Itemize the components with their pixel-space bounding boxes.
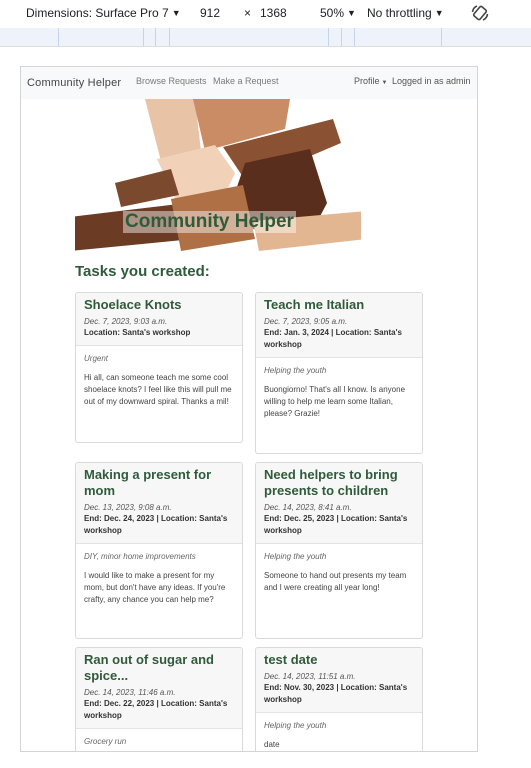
card-body: Grocery run — [76, 729, 242, 751]
card-body: Helping the youth date — [256, 713, 422, 751]
hero-title: Community Helper — [123, 211, 296, 233]
card-description: date — [264, 740, 280, 749]
device-select[interactable]: Dimensions: Surface Pro 7 ▼ — [26, 6, 181, 20]
height-input[interactable]: 1368 — [260, 6, 287, 20]
emulated-viewport: Community Helper Browse Requests Make a … — [20, 66, 478, 752]
task-card[interactable]: Shoelace Knots Dec. 7, 2023, 9:03 a.m. L… — [75, 292, 243, 443]
card-category: Helping the youth — [264, 721, 327, 730]
rotate-icon[interactable] — [470, 3, 490, 23]
card-category: Urgent — [84, 354, 109, 363]
card-category: Helping the youth — [264, 366, 327, 375]
card-date: Dec. 14, 2023, 11:46 a.m. — [84, 688, 176, 697]
nav-make-request[interactable]: Make a Request — [213, 76, 279, 86]
card-header: Teach me Italian Dec. 7, 2023, 9:05 a.m.… — [256, 293, 422, 358]
card-category: Helping the youth — [264, 552, 327, 561]
media-query-ruler[interactable] — [0, 28, 531, 46]
caret-down-icon: ▼ — [381, 80, 388, 86]
caret-down-icon: ▼ — [347, 8, 356, 18]
card-category: Grocery run — [84, 737, 127, 746]
card-description: I would like to make a present for my mo… — [84, 571, 226, 604]
logged-in-text: Logged in as admin — [392, 76, 471, 86]
card-header: Ran out of sugar and spice... Dec. 14, 2… — [76, 648, 242, 729]
section-title: Tasks you created: — [75, 263, 210, 280]
card-header: Need helpers to bring presents to childr… — [256, 463, 422, 544]
throttling-label: No throttling — [367, 6, 432, 20]
card-body: DIY, minor home improvements I would lik… — [76, 544, 242, 616]
task-card[interactable]: Ran out of sugar and spice... Dec. 14, 2… — [75, 647, 243, 751]
devtools-row: Dimensions: Surface Pro 7 ▼ 912 × 1368 50… — [0, 0, 531, 28]
card-location: End: Nov. 30, 2023 | Location: Santa's w… — [264, 683, 408, 704]
card-date: Dec. 14, 2023, 11:51 a.m. — [264, 672, 356, 681]
card-location: End: Dec. 22, 2023 | Location: Santa's w… — [84, 699, 228, 720]
card-description: Someone to hand out presents my team and… — [264, 571, 407, 592]
card-header: test date Dec. 14, 2023, 11:51 a.m. End:… — [256, 648, 422, 713]
navbar: Community Helper Browse Requests Make a … — [21, 67, 477, 99]
card-header: Shoelace Knots Dec. 7, 2023, 9:03 a.m. L… — [76, 293, 242, 346]
card-date: Dec. 13, 2023, 9:08 a.m. — [84, 503, 172, 512]
task-card[interactable]: test date Dec. 14, 2023, 11:51 a.m. End:… — [255, 647, 423, 751]
profile-dropdown[interactable]: Profile ▼ — [354, 76, 387, 86]
card-date: Dec. 7, 2023, 9:03 a.m. — [84, 317, 168, 326]
card-location: End: Dec. 24, 2023 | Location: Santa's w… — [84, 514, 228, 535]
card-body: Helping the youth Buongiorno! That's all… — [256, 358, 422, 430]
zoom-label: 50% — [320, 6, 345, 20]
task-card[interactable]: Need helpers to bring presents to childr… — [255, 462, 423, 639]
card-header: Making a present for mom Dec. 13, 2023, … — [76, 463, 242, 544]
device-label: Dimensions: Surface Pro 7 — [26, 6, 169, 20]
card-title[interactable]: Teach me Italian — [264, 297, 414, 313]
card-body: Helping the youth Someone to hand out pr… — [256, 544, 422, 604]
card-date: Dec. 14, 2023, 8:41 a.m. — [264, 503, 352, 512]
card-description: Buongiorno! That's all I know. Is anyone… — [264, 385, 406, 418]
devtools-device-toolbar: Dimensions: Surface Pro 7 ▼ 912 × 1368 50… — [0, 0, 531, 47]
caret-down-icon: ▼ — [171, 8, 181, 18]
navbar-brand[interactable]: Community Helper — [27, 77, 121, 89]
hero-banner: Community Helper — [75, 99, 361, 251]
nav-browse-requests[interactable]: Browse Requests — [136, 76, 207, 86]
task-card[interactable]: Making a present for mom Dec. 13, 2023, … — [75, 462, 243, 639]
card-location: End: Dec. 25, 2023 | Location: Santa's w… — [264, 514, 408, 535]
card-description: Hi all, can someone teach me some cool s… — [84, 373, 232, 406]
card-location: Location: Santa's workshop — [84, 328, 191, 337]
card-location: End: Jan. 3, 2024 | Location: Santa's wo… — [264, 328, 402, 349]
profile-label: Profile — [354, 76, 380, 86]
card-category: DIY, minor home improvements — [84, 552, 196, 561]
card-date: Dec. 7, 2023, 9:05 a.m. — [264, 317, 348, 326]
card-title[interactable]: Shoelace Knots — [84, 297, 234, 313]
caret-down-icon: ▼ — [434, 8, 444, 18]
card-title[interactable]: test date — [264, 652, 414, 668]
card-title[interactable]: Ran out of sugar and spice... — [84, 652, 234, 684]
card-title[interactable]: Need helpers to bring presents to childr… — [264, 467, 414, 499]
width-input[interactable]: 912 — [200, 6, 220, 20]
throttling-select[interactable]: No throttling ▼ — [367, 6, 444, 20]
zoom-select[interactable]: 50% ▼ — [320, 6, 356, 20]
card-body: Urgent Hi all, can someone teach me some… — [76, 346, 242, 418]
task-card[interactable]: Teach me Italian Dec. 7, 2023, 9:05 a.m.… — [255, 292, 423, 454]
card-title[interactable]: Making a present for mom — [84, 467, 234, 499]
dimension-times: × — [244, 6, 252, 20]
